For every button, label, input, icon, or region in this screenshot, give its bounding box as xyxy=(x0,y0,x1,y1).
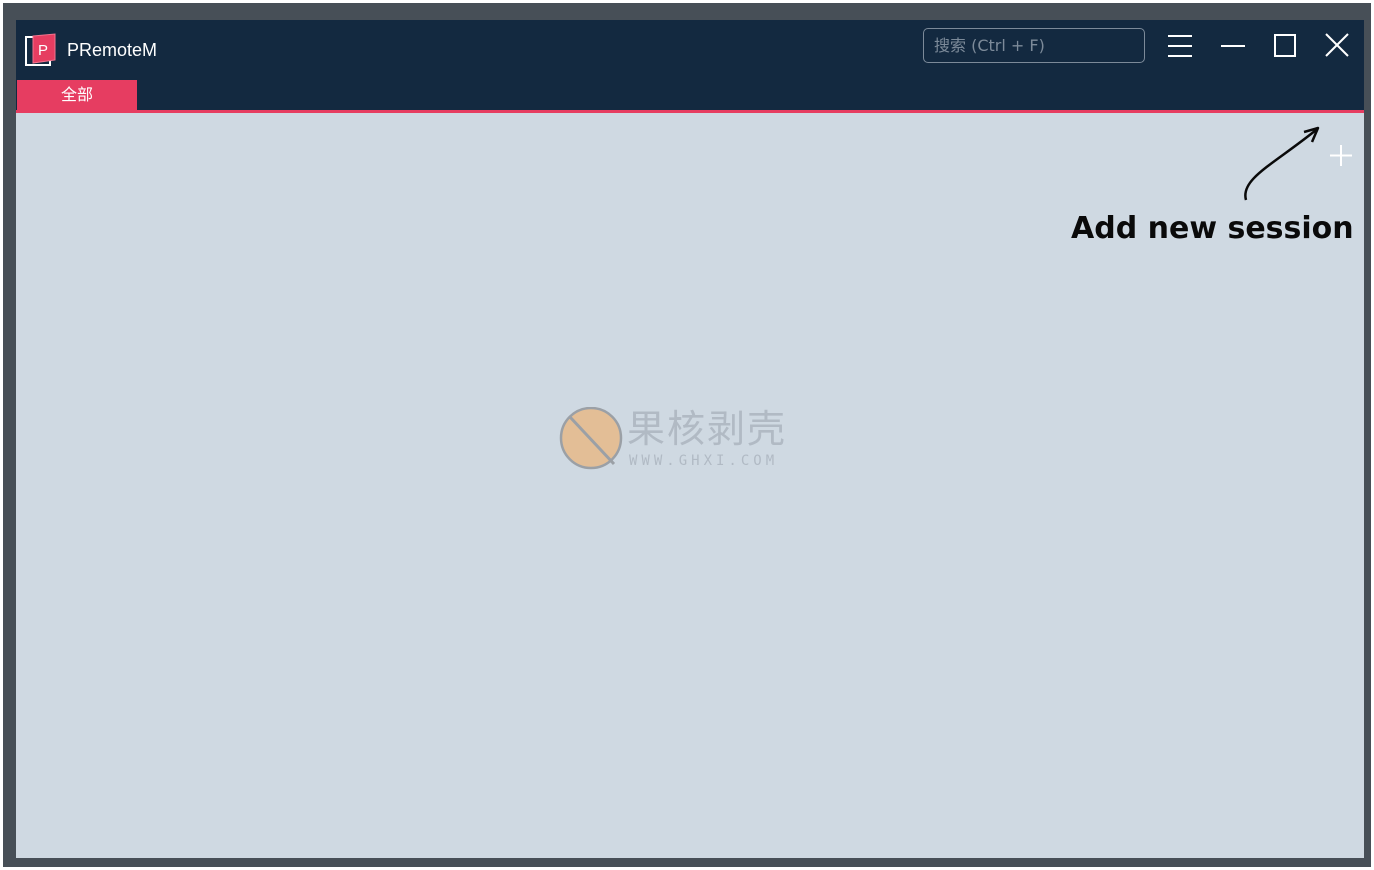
watermark-url: WWW.GHXI.COM xyxy=(629,453,779,469)
menu-icon xyxy=(1168,35,1192,57)
search-input[interactable]: 搜索 (Ctrl + F) xyxy=(923,28,1145,63)
close-button[interactable] xyxy=(1317,28,1357,64)
watermark-brand: 果核剥壳 xyxy=(627,407,788,451)
watermark-logo-icon xyxy=(559,407,623,470)
app-logo-icon: P xyxy=(25,33,56,66)
app-window: P PRemoteM 搜索 (Ctrl + F) 全部 果核剥壳 WWW.GHX… xyxy=(16,20,1364,858)
tab-strip: 全部 xyxy=(16,80,1364,166)
minimize-button[interactable] xyxy=(1213,28,1253,64)
plus-icon xyxy=(1330,145,1352,166)
minimize-icon xyxy=(1221,45,1245,47)
add-session-button[interactable] xyxy=(1319,140,1363,170)
annotation-arrow-icon xyxy=(1244,126,1320,201)
app-logo-letter: P xyxy=(38,42,48,59)
menu-button[interactable] xyxy=(1160,28,1200,64)
window-frame: P PRemoteM 搜索 (Ctrl + F) 全部 果核剥壳 WWW.GHX… xyxy=(3,3,1371,867)
annotation-text: Add new session xyxy=(1071,211,1354,246)
maximize-icon xyxy=(1274,34,1296,57)
close-icon xyxy=(1325,33,1349,57)
tab-underline xyxy=(16,110,1364,113)
tab-all[interactable]: 全部 xyxy=(17,80,137,110)
app-title: PRemoteM xyxy=(67,40,158,60)
maximize-button[interactable] xyxy=(1265,28,1305,64)
watermark: 果核剥壳 WWW.GHXI.COM xyxy=(559,407,829,473)
title-bar[interactable]: P PRemoteM 搜索 (Ctrl + F) xyxy=(16,20,1364,80)
